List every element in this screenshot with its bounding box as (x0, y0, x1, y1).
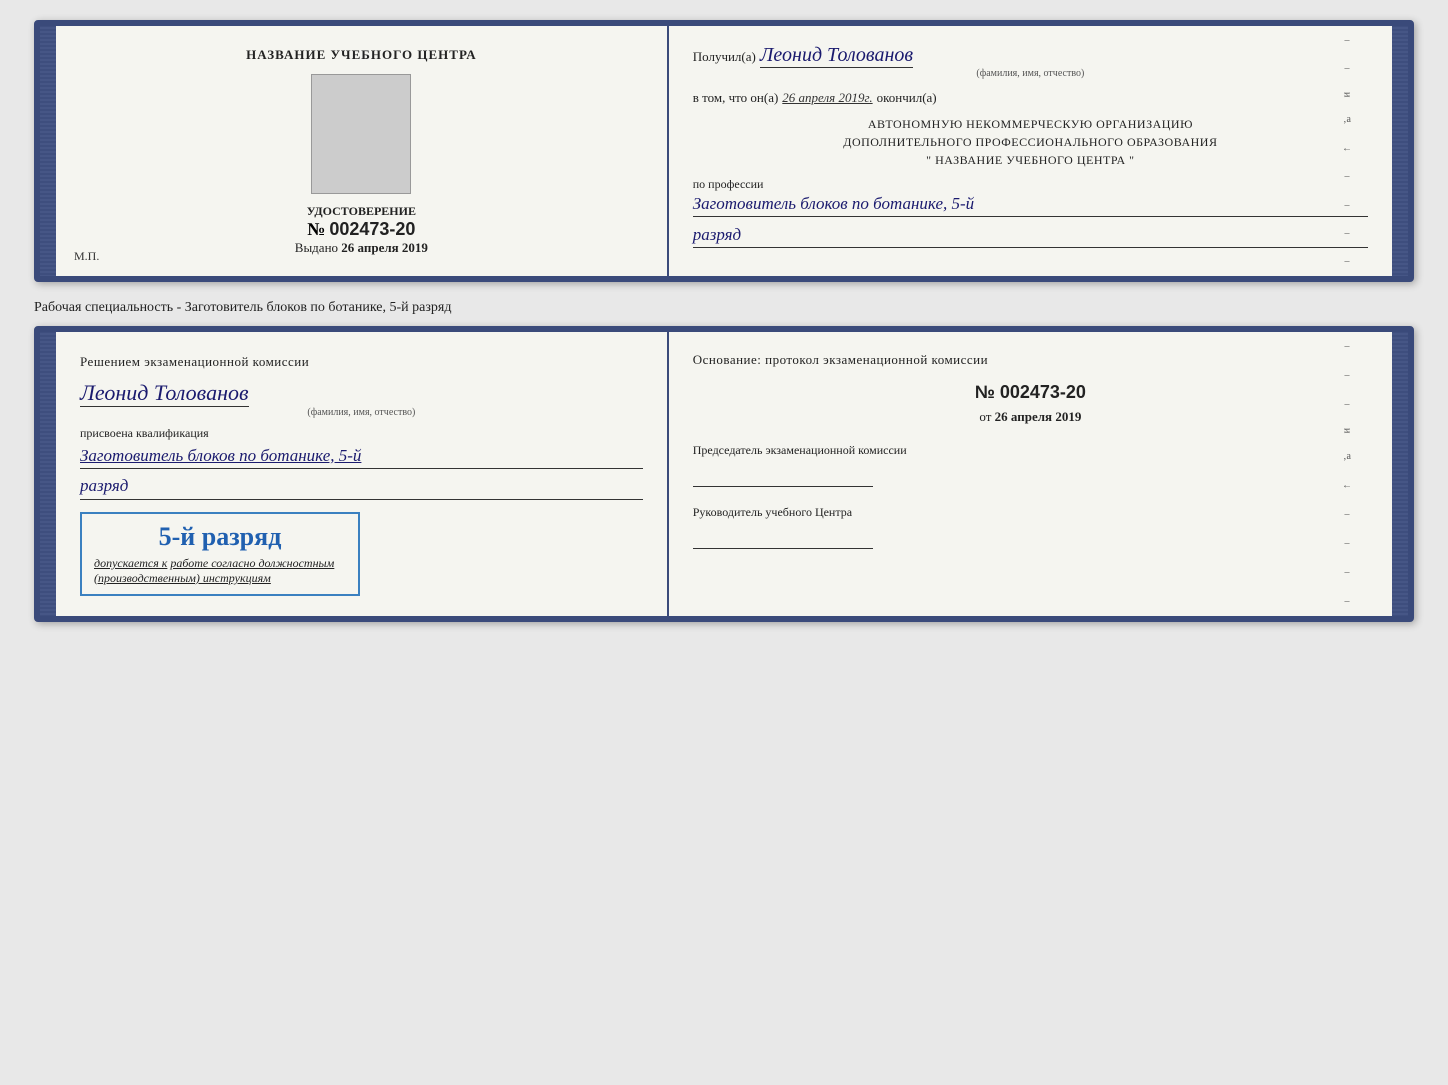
decision-title: Решением экзаменационной комиссии (80, 352, 643, 372)
from-prefix: от (979, 409, 991, 424)
cert-number-prefix: № (307, 219, 325, 239)
profession-value: Заготовитель блоков по ботанике, 5-й (693, 192, 1368, 217)
issued-label: Выдано (295, 240, 338, 255)
org-line1: АВТОНОМНУЮ НЕКОММЕРЧЕСКУЮ ОРГАНИЗАЦИЮ (693, 115, 1368, 133)
stamp-grade: 5-й разряд (94, 522, 346, 552)
person-block: Леонид Толованов (фамилия, имя, отчество… (80, 376, 643, 418)
org-line2: ДОПОЛНИТЕЛЬНОГО ПРОФЕССИОНАЛЬНОГО ОБРАЗО… (693, 133, 1368, 151)
org-block: АВТОНОМНУЮ НЕКОММЕРЧЕСКУЮ ОРГАНИЗАЦИЮ ДО… (693, 115, 1368, 169)
director-sig-line (693, 525, 873, 549)
recipient-prefix: Получил(а) (693, 49, 756, 64)
cert-number-line: № 002473-20 (307, 219, 416, 240)
page-container: НАЗВАНИЕ УЧЕБНОГО ЦЕНТРА УДОСТОВЕРЕНИЕ №… (34, 20, 1414, 622)
issued-line: Выдано 26 апреля 2019 (295, 240, 428, 256)
person-name: Леонид Толованов (80, 380, 249, 407)
chairman-block: Председатель экзаменационной комиссии (693, 441, 1368, 487)
basis-label: Основание: протокол экзаменационной коми… (693, 350, 1368, 370)
protocol-number-block: № 002473-20 (693, 382, 1368, 403)
finished-label: окончил(а) (877, 90, 937, 105)
doc-spine-right (1392, 26, 1408, 276)
bottom-cert-right: Основание: протокол экзаменационной коми… (669, 332, 1392, 616)
doc-subtitle: Рабочая специальность - Заготовитель бло… (34, 300, 1414, 316)
top-cert-center-title: НАЗВАНИЕ УЧЕБНОГО ЦЕНТРА (246, 46, 477, 64)
from-date-value: 26 апреля 2019 (995, 409, 1082, 424)
recipient-name: Леонид Толованов (760, 44, 913, 68)
chairman-sig-line (693, 463, 873, 487)
chairman-label: Председатель экзаменационной комиссии (693, 441, 1368, 459)
cert-number-block: УДОСТОВЕРЕНИЕ № 002473-20 (307, 204, 416, 240)
from-date-line: от 26 апреля 2019 (693, 409, 1368, 425)
bottom-certificate: Решением экзаменационной комиссии Леонид… (34, 326, 1414, 622)
director-block: Руководитель учебного Центра (693, 503, 1368, 549)
top-cert-right: Получил(а) Леонид Толованов (фамилия, им… (669, 26, 1392, 276)
profession-label: по профессии (693, 177, 1368, 192)
top-cert-left: НАЗВАНИЕ УЧЕБНОГО ЦЕНТРА УДОСТОВЕРЕНИЕ №… (56, 26, 669, 276)
bottom-doc-spine-left (40, 332, 56, 616)
cert-number-value: 002473-20 (329, 219, 415, 239)
completion-date: 26 апреля 2019г. (782, 90, 872, 105)
bottom-cert-left: Решением экзаменационной комиссии Леонид… (56, 332, 669, 616)
bottom-right-decorative: – – – и ‚а ← – – – – (1337, 332, 1357, 616)
assigned-label: присвоена квалификация (80, 426, 643, 441)
stamp-admitted: допускается к работе согласно должностны… (94, 556, 346, 586)
issued-date: 26 апреля 2019 (341, 240, 428, 255)
cert-label: УДОСТОВЕРЕНИЕ (307, 204, 416, 219)
right-decorative: – – и ‚а ← – – – – (1337, 26, 1357, 276)
fio-label: (фамилия, имя, отчество) (693, 68, 1368, 79)
photo-placeholder (311, 74, 411, 194)
bottom-fio-label: (фамилия, имя, отчество) (80, 407, 643, 418)
mp-label: М.П. (74, 249, 99, 264)
recipient-block: Получил(а) Леонид Толованов (фамилия, им… (693, 44, 1368, 79)
bottom-doc-spine-right (1392, 332, 1408, 616)
completion-block: в том, что он(а) 26 апреля 2019г. окончи… (693, 89, 1368, 107)
doc-spine-left (40, 26, 56, 276)
qualification-value: Заготовитель блоков по ботанике, 5-й (80, 443, 643, 470)
admitted-text: допускается к (94, 556, 167, 570)
rank-value: разряд (693, 223, 1368, 248)
protocol-prefix: № (975, 382, 995, 402)
top-certificate: НАЗВАНИЕ УЧЕБНОГО ЦЕНТРА УДОСТОВЕРЕНИЕ №… (34, 20, 1414, 282)
stamp-box: 5-й разряд допускается к работе согласно… (80, 512, 360, 596)
protocol-number-value: 002473-20 (1000, 382, 1086, 402)
in-that-label: в том, что он(а) (693, 90, 779, 105)
bottom-rank-value: разряд (80, 473, 643, 500)
director-label: Руководитель учебного Центра (693, 503, 1368, 521)
org-line3: " НАЗВАНИЕ УЧЕБНОГО ЦЕНТРА " (693, 151, 1368, 169)
